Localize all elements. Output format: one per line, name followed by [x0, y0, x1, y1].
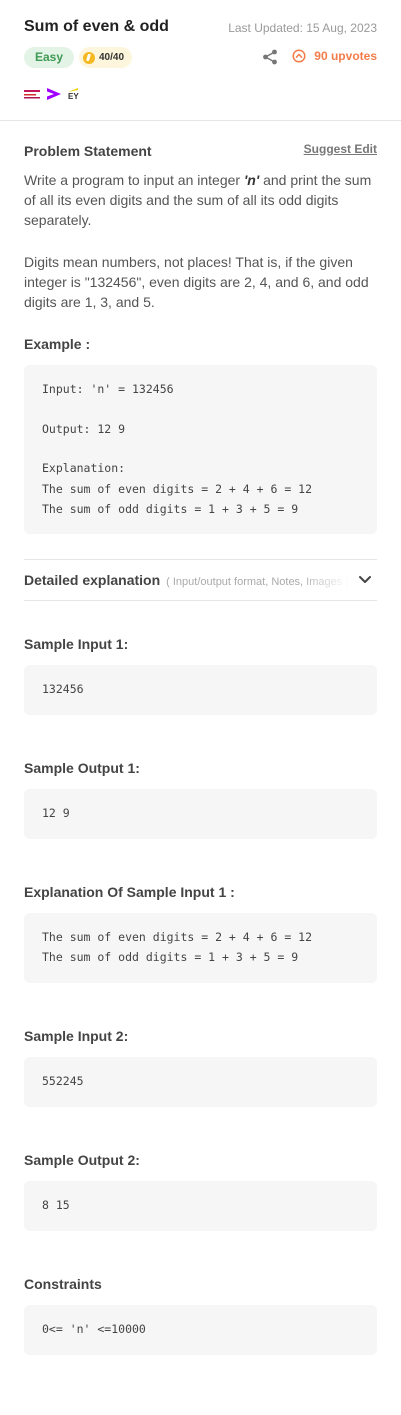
sample-input-2-block: 552245 [24, 1057, 377, 1107]
sample-input-1-value: 132456 [42, 682, 84, 696]
upvote-count: 90 upvotes [314, 49, 377, 63]
coin-icon [83, 51, 95, 64]
problem-header: Sum of even & odd Last Updated: 15 Aug, … [0, 0, 401, 121]
page-title: Sum of even & odd [24, 18, 169, 35]
example-line: Input: 'n' = 132456 [42, 382, 174, 396]
company-logos: EY [24, 86, 79, 102]
explanation-line: The sum of odd digits = 1 + 3 + 5 = 9 [42, 950, 299, 964]
sample-input-1-block: 132456 [24, 665, 377, 715]
score-badge: 40/40 [79, 47, 133, 68]
variable-n: 'n' [243, 172, 260, 188]
problem-description: Write a program to input an integer 'n' … [24, 170, 374, 230]
sample-output-2-heading: Sample Output 2: [24, 1152, 140, 1168]
upvote-button[interactable]: 90 upvotes [292, 49, 377, 63]
example-line: The sum of even digits = 2 + 4 + 6 = 12 [42, 482, 313, 496]
ey-logo: EY [68, 88, 79, 101]
example-heading: Example : [24, 336, 91, 352]
last-updated: Last Updated: 15 Aug, 2023 [228, 21, 377, 35]
explanation-line: The sum of even digits = 2 + 4 + 6 = 12 [42, 930, 313, 944]
constraints-block: 0<= 'n' <=10000 [24, 1305, 377, 1355]
difficulty-badge: Easy [24, 47, 75, 68]
sample-output-2-block: 8 15 [24, 1181, 377, 1231]
example-code-block: Input: 'n' = 132456 Output: 12 9 Explana… [24, 365, 377, 534]
upvote-icon [292, 49, 306, 63]
sample-input-2-value: 552245 [42, 1074, 84, 1088]
explanation-1-block: The sum of even digits = 2 + 4 + 6 = 12 … [24, 913, 377, 983]
score-value: 40/40 [99, 52, 125, 63]
constraints-value: 0<= 'n' <=10000 [42, 1322, 146, 1336]
example-line: Explanation: [42, 461, 126, 475]
problem-text-part: Write a program to input an integer [24, 172, 244, 188]
ey-logo-text: EY [68, 92, 79, 101]
share-icon[interactable] [262, 49, 278, 65]
sample-output-1-heading: Sample Output 1: [24, 760, 140, 776]
company-logo-1 [24, 90, 40, 99]
constraints-heading: Constraints [24, 1276, 102, 1292]
chevron-down-icon[interactable] [357, 573, 373, 587]
sample-output-1-value: 12 9 [42, 806, 70, 820]
example-line: The sum of odd digits = 1 + 3 + 5 = 9 [42, 502, 299, 516]
sample-output-1-block: 12 9 [24, 789, 377, 839]
accenture-logo [47, 88, 61, 100]
example-line: Output: 12 9 [42, 422, 126, 436]
sample-output-2-value: 8 15 [42, 1198, 70, 1212]
divider [24, 559, 377, 560]
problem-note: Digits mean numbers, not places! That is… [24, 254, 369, 310]
problem-statement-heading: Problem Statement [24, 143, 152, 159]
text-fade [300, 566, 350, 594]
divider [24, 600, 377, 601]
explanation-1-heading: Explanation Of Sample Input 1 : [24, 884, 235, 900]
sample-input-1-heading: Sample Input 1: [24, 636, 129, 652]
sample-input-2-heading: Sample Input 2: [24, 1028, 129, 1044]
detailed-explanation-title: Detailed explanation [24, 572, 161, 588]
suggest-edit-link[interactable]: Suggest Edit [304, 142, 377, 156]
